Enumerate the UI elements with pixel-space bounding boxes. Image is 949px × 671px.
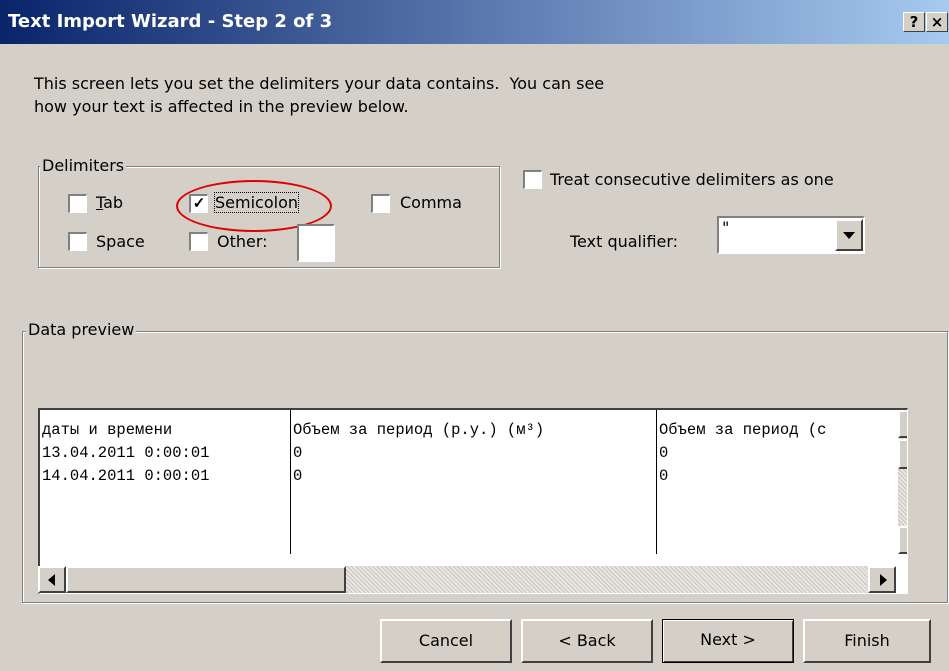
other-label[interactable]: Other: bbox=[217, 232, 268, 251]
consecutive-delimiters-label[interactable]: Treat consecutive delimiters as one bbox=[550, 170, 834, 189]
close-button[interactable]: × bbox=[926, 12, 948, 32]
window-title: Text Import Wizard - Step 2 of 3 bbox=[8, 11, 333, 32]
arrow-down-icon bbox=[907, 537, 908, 545]
tab-label[interactable]: Tab bbox=[96, 193, 123, 212]
comma-checkbox[interactable] bbox=[371, 194, 390, 213]
tab-checkbox[interactable] bbox=[68, 194, 87, 213]
next-button[interactable]: Next > bbox=[662, 619, 794, 663]
comma-label-text: Comma bbox=[400, 193, 462, 212]
arrow-left-icon bbox=[48, 574, 55, 586]
intro-line-2: how your text is affected in the preview… bbox=[34, 97, 409, 116]
other-label-text: Other: bbox=[217, 232, 268, 251]
scroll-left-button[interactable] bbox=[38, 566, 66, 593]
preview-cell: 0 bbox=[659, 467, 669, 485]
dropdown-button[interactable] bbox=[835, 219, 863, 251]
preview-cell: 14.04.2011 0:00:01 bbox=[42, 467, 210, 485]
horizontal-scrollbar[interactable] bbox=[38, 566, 910, 593]
vertical-scroll-thumb[interactable] bbox=[898, 439, 907, 469]
tab-label-text: ab bbox=[103, 193, 124, 212]
preview-column-3[interactable]: Объем за период (с 0 0 bbox=[657, 410, 897, 554]
help-button[interactable]: ? bbox=[903, 12, 925, 32]
preview-cell: 0 bbox=[293, 467, 303, 485]
text-qualifier-value: " bbox=[722, 218, 730, 237]
delimiters-legend: Delimiters bbox=[40, 156, 127, 175]
scroll-down-button[interactable] bbox=[898, 526, 908, 554]
arrow-right-icon bbox=[880, 574, 887, 586]
scroll-right-button[interactable] bbox=[868, 566, 896, 593]
back-button[interactable]: < Back bbox=[521, 619, 653, 663]
preview-cell: 0 bbox=[659, 444, 669, 462]
space-checkbox[interactable] bbox=[68, 232, 87, 251]
preview-column-2[interactable]: Объем за период (р.у.) (м³) 0 0 bbox=[291, 410, 657, 554]
preview-cell: даты и времени bbox=[42, 421, 173, 439]
horizontal-scroll-thumb[interactable] bbox=[66, 566, 346, 593]
preview-cell: 13.04.2011 0:00:01 bbox=[42, 444, 210, 462]
finish-button[interactable]: Finish bbox=[803, 619, 931, 663]
consecutive-delimiters-checkbox[interactable] bbox=[523, 170, 542, 189]
text-qualifier-label: Text qualifier: bbox=[570, 232, 679, 251]
intro-line-1: This screen lets you set the delimiters … bbox=[34, 74, 605, 93]
preview-column-1[interactable]: даты и времени 13.04.2011 0:00:01 14.04.… bbox=[40, 410, 291, 554]
comma-label[interactable]: Comma bbox=[400, 193, 462, 212]
preview-cell: Объем за период (р.у.) (м³) bbox=[293, 421, 545, 439]
chevron-down-icon bbox=[843, 232, 855, 239]
space-label-text: Space bbox=[96, 232, 145, 251]
text-qualifier-select[interactable]: " bbox=[717, 216, 865, 254]
arrow-up-icon bbox=[907, 420, 908, 428]
title-bar: Text Import Wizard - Step 2 of 3 ? × bbox=[0, 0, 949, 44]
intro-text: This screen lets you set the delimiters … bbox=[34, 72, 734, 118]
other-checkbox[interactable] bbox=[189, 232, 208, 251]
other-input[interactable] bbox=[297, 224, 335, 262]
preview-cell: Объем за период (с bbox=[659, 421, 827, 439]
cancel-button[interactable]: Cancel bbox=[380, 619, 512, 663]
space-label[interactable]: Space bbox=[96, 232, 145, 251]
data-preview-title: Data preview bbox=[26, 320, 137, 339]
scroll-up-button[interactable] bbox=[898, 410, 908, 438]
preview-cell: 0 bbox=[293, 444, 303, 462]
data-preview-title-text: Data preview bbox=[28, 320, 135, 339]
